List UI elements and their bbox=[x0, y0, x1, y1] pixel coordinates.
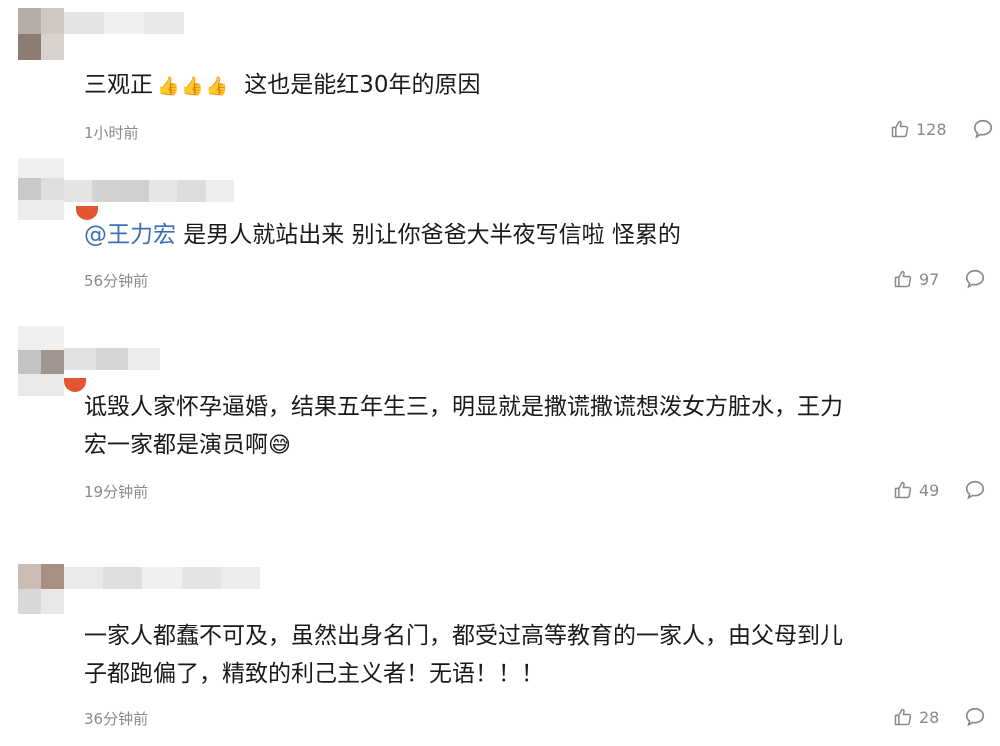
username-blurred[interactable] bbox=[64, 348, 160, 370]
avatar[interactable] bbox=[18, 158, 98, 220]
comment-text: 三观正 👍👍👍 这也是能红30年的原因 bbox=[84, 66, 481, 106]
comment-text-part: 三观正 bbox=[84, 72, 153, 98]
comment-text: 一家人都蠢不可及，虽然出身名门，都受过高等教育的一家人，由父母到儿 子都跑偏了，… bbox=[84, 617, 843, 693]
comment-time: 56分钟前 bbox=[84, 272, 149, 290]
like-count: 49 bbox=[919, 480, 940, 500]
comment-text-line: 一家人都蠢不可及，虽然出身名门，都受过高等教育的一家人，由父母到儿 bbox=[84, 623, 843, 649]
thumbs-up-outline-icon bbox=[894, 708, 912, 726]
username-blurred[interactable] bbox=[64, 12, 184, 34]
username-blurred[interactable] bbox=[64, 180, 234, 202]
thumbs-up-outline-icon bbox=[891, 120, 909, 138]
comment-bubble-icon[interactable] bbox=[972, 118, 994, 140]
comment-bubble-icon[interactable] bbox=[964, 479, 986, 501]
thumbs-up-outline-icon bbox=[894, 270, 912, 288]
comment-bubble-icon[interactable] bbox=[964, 268, 986, 290]
comment-text-part: 这也是能红30年的原因 bbox=[244, 72, 481, 98]
mention-link[interactable]: @王力宏 bbox=[84, 222, 176, 248]
like-button[interactable]: 49 bbox=[893, 480, 939, 500]
avatar[interactable] bbox=[18, 8, 64, 60]
avatar[interactable] bbox=[18, 564, 64, 614]
comment-text: 诋毁人家怀孕逼婚，结果五年生三，明显就是撒谎撒谎想泼女方脏水，王力 宏一家都是演… bbox=[84, 388, 843, 465]
comment-text-part: 宏一家都是演员啊 bbox=[84, 432, 268, 458]
comment-text-line: 诋毁人家怀孕逼婚，结果五年生三，明显就是撒谎撒谎想泼女方脏水，王力 bbox=[84, 394, 843, 420]
like-count: 97 bbox=[919, 269, 940, 289]
comment-time: 36分钟前 bbox=[84, 710, 149, 728]
like-button[interactable]: 97 bbox=[893, 269, 939, 289]
avatar[interactable] bbox=[18, 326, 86, 396]
comment-text: @王力宏 是男人就站出来 别让你爸爸大半夜写信啦 怪累的 bbox=[84, 216, 681, 254]
username-blurred[interactable] bbox=[64, 567, 261, 589]
comment-bubble-icon[interactable] bbox=[964, 706, 986, 728]
like-count: 128 bbox=[916, 119, 947, 139]
like-count: 28 bbox=[919, 707, 940, 727]
like-button[interactable]: 128 bbox=[890, 119, 947, 139]
comment-text-line: 宏一家都是演员啊😅 bbox=[84, 426, 843, 465]
like-button[interactable]: 28 bbox=[893, 707, 939, 727]
sweat-smile-emoji: 😅 bbox=[268, 433, 291, 458]
thumbs-up-outline-icon bbox=[894, 481, 912, 499]
comment-time: 19分钟前 bbox=[84, 483, 149, 501]
comment-text-line: 子都跑偏了，精致的利己主义者！无语！！！ bbox=[84, 661, 544, 687]
comment-text-part: 是男人就站出来 别让你爸爸大半夜写信啦 怪累的 bbox=[176, 222, 681, 248]
comment-time: 1小时前 bbox=[84, 124, 139, 142]
thumbs-up-emoji: 👍👍👍 bbox=[157, 76, 231, 97]
